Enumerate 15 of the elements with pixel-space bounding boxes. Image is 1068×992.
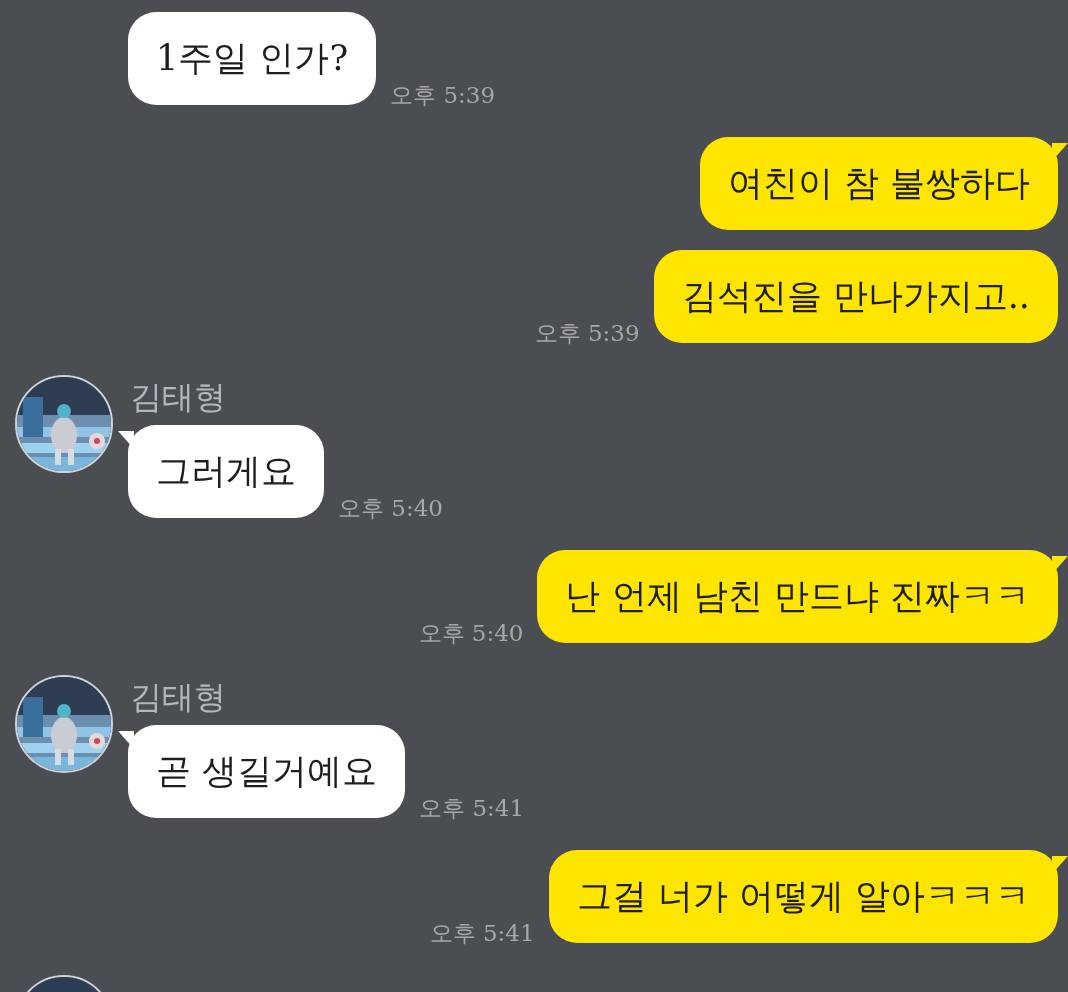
message-bubble: 그걸 너가 어떻게 알아ㅋㅋㅋ [548,850,1058,943]
message-time: 오후 5:40 [418,619,524,648]
message-bubble: 그러게요 [128,425,324,518]
message-bubble: 1주일 인가? [128,12,377,105]
message-time: 오후 5:39 [534,319,640,348]
message-time: 오후 5:41 [419,794,525,823]
message-bubble: 곧 생길거예요 [128,725,406,818]
message-bubble: 김석진을 만나가지고.. [653,250,1058,343]
message-bubble: 여친이 참 불쌍하다 [699,137,1058,230]
message-time: 오후 5:39 [390,81,496,110]
message-bubble: 난 언제 남친 만드냐 진짜ㅋㅋ [537,550,1058,643]
message-time: 오후 5:40 [338,494,443,523]
sender-name: 김태형 [130,677,226,717]
message-time: 오후 5:41 [429,919,535,948]
sender-name: 김태형 [130,377,226,417]
